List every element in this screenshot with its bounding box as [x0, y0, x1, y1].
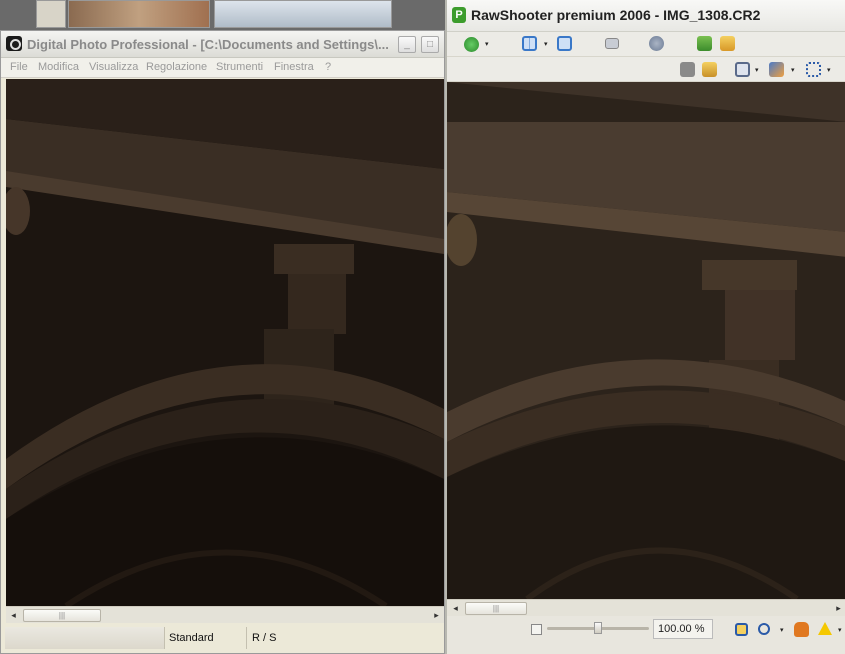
scroll-left-icon[interactable]: ◂: [448, 601, 463, 616]
snapshot-icon[interactable]: [680, 62, 695, 77]
dpp-menu-bar: File Modifica Visualizza Regolazione Str…: [1, 58, 444, 78]
chevron-down-icon[interactable]: ▾: [838, 627, 845, 634]
maximize-button[interactable]: □: [421, 36, 439, 53]
fit-checkbox[interactable]: [531, 624, 542, 635]
brush-icon[interactable]: [769, 62, 784, 77]
desktop-thumbnail: [36, 0, 66, 28]
rawshooter-window-title: RawShooter premium 2006 - IMG_1308.CR2: [471, 7, 761, 23]
rawshooter-window: P RawShooter premium 2006 - IMG_1308.CR2…: [445, 0, 845, 654]
selection-icon[interactable]: [806, 62, 821, 77]
menu-file[interactable]: File: [10, 61, 28, 73]
menu-help[interactable]: ?: [325, 61, 331, 73]
dpp-window: Digital Photo Professional - [C:\Documen…: [0, 30, 445, 654]
dpp-window-title: Digital Photo Professional - [C:\Documen…: [27, 37, 389, 52]
rawshooter-image-view[interactable]: [447, 82, 845, 599]
rawshooter-horizontal-scrollbar[interactable]: ◂ ||| ▸: [447, 599, 845, 616]
download-icon[interactable]: [697, 36, 712, 51]
chevron-down-icon[interactable]: ▾: [544, 41, 551, 48]
scroll-right-icon[interactable]: ▸: [831, 601, 845, 616]
zoom-value: 100.00 %: [658, 623, 705, 635]
rawshooter-photo: [447, 82, 845, 599]
screen-icon[interactable]: [605, 38, 619, 49]
scroll-right-icon[interactable]: ▸: [429, 608, 444, 623]
single-view-icon[interactable]: [557, 36, 572, 51]
help-icon[interactable]: [464, 37, 479, 52]
zoom-slider-thumb[interactable]: [594, 622, 602, 634]
chevron-down-icon[interactable]: ▾: [780, 627, 787, 634]
add-snapshot-icon[interactable]: [702, 62, 717, 77]
rawshooter-title-bar[interactable]: P RawShooter premium 2006 - IMG_1308.CR2: [447, 0, 845, 32]
rawshooter-scroll-thumb[interactable]: |||: [465, 602, 527, 615]
desktop-background: [0, 0, 445, 30]
menu-modifica[interactable]: Modifica: [38, 61, 79, 73]
crop-icon[interactable]: [735, 62, 750, 77]
chevron-down-icon[interactable]: ▾: [755, 67, 762, 74]
status-picture-style: Standard: [169, 632, 214, 644]
hand-icon[interactable]: [794, 622, 809, 637]
dpp-status-bar: Standard R / S: [1, 627, 444, 653]
chevron-down-icon[interactable]: ▾: [485, 41, 492, 48]
chevron-down-icon[interactable]: ▾: [791, 67, 798, 74]
dpp-photo: [6, 79, 444, 606]
dpp-title-bar[interactable]: Digital Photo Professional - [C:\Documen…: [1, 31, 444, 58]
menu-finestra[interactable]: Finestra: [274, 61, 314, 73]
dpp-image-view[interactable]: [6, 79, 444, 606]
status-rs: R / S: [252, 632, 277, 644]
magnifier-icon[interactable]: [758, 623, 770, 635]
status-field: [5, 627, 165, 649]
scroll-left-icon[interactable]: ◂: [6, 608, 21, 623]
menu-strumenti[interactable]: Strumenti: [216, 61, 263, 73]
settings-icon[interactable]: [649, 36, 664, 51]
camera-icon: [6, 36, 22, 51]
rawshooter-logo-icon: P: [452, 7, 466, 23]
minimize-button[interactable]: _: [398, 36, 416, 53]
dpp-horizontal-scrollbar[interactable]: ◂ ||| ▸: [6, 606, 444, 623]
menu-visualizza[interactable]: Visualizza: [89, 61, 138, 73]
focus-icon[interactable]: [735, 623, 748, 636]
desktop-thumbnail: [68, 0, 210, 28]
desktop-thumbnail: [214, 0, 392, 28]
rawshooter-toolbar-tools: ▾ ▾ ▾: [447, 57, 845, 82]
menu-regolazione[interactable]: Regolazione: [146, 61, 207, 73]
chevron-down-icon[interactable]: ▾: [827, 67, 834, 74]
batch-icon[interactable]: [720, 36, 735, 51]
warning-icon[interactable]: [818, 622, 832, 635]
dpp-scroll-thumb[interactable]: |||: [23, 609, 101, 622]
split-view-icon[interactable]: [522, 36, 537, 51]
rawshooter-status-bar: 100.00 % ▾ ▾: [447, 616, 845, 654]
rawshooter-toolbar-main: ▾ ▾: [447, 32, 845, 57]
